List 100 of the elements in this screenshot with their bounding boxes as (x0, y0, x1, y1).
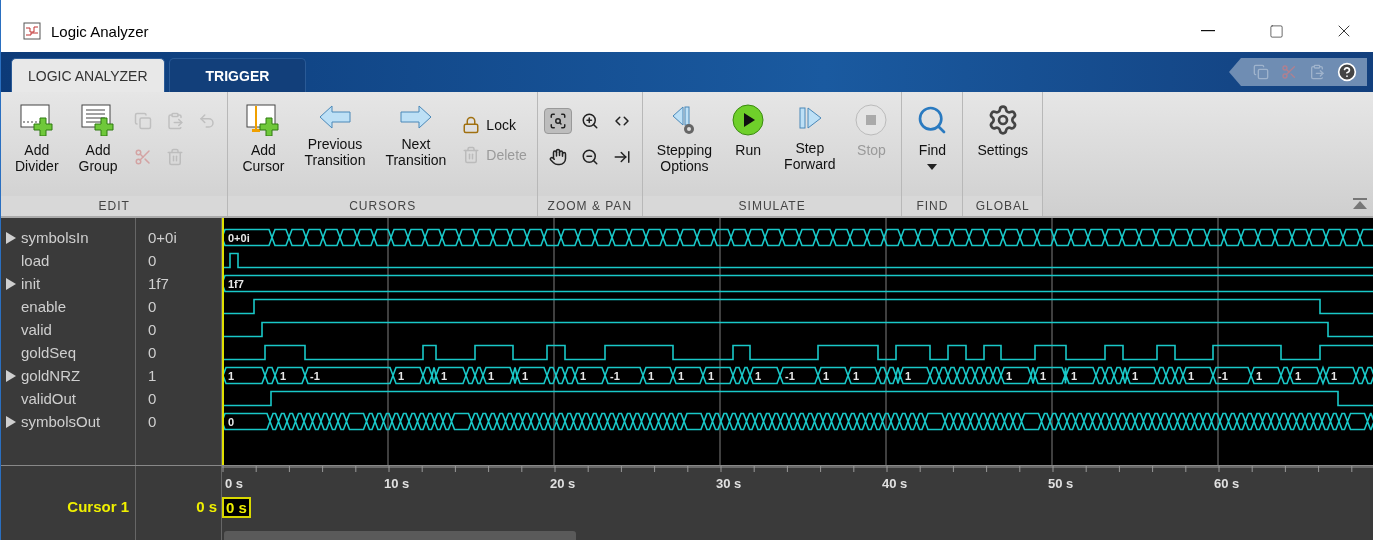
axis-tick-label: 0 s (225, 476, 244, 491)
toolbar-button[interactable]: Add Group (70, 102, 126, 176)
maximize-icon (1268, 23, 1284, 39)
bus-value: 1 (1256, 370, 1263, 382)
tab[interactable]: TRIGGER (168, 58, 307, 92)
group-label: GLOBAL (963, 196, 1043, 216)
signal-name[interactable]: validOut (21, 390, 77, 407)
caret-icon (927, 164, 938, 170)
minimize-icon (1201, 30, 1215, 32)
signal-value: 0 (148, 321, 157, 338)
bus-value: 1 (708, 370, 715, 382)
group-label: FIND (902, 196, 963, 216)
bus-value: 1 (280, 370, 287, 382)
toolbar-button[interactable]: Lock (458, 116, 531, 134)
icon-button[interactable] (543, 108, 572, 134)
zoom-out-icon (580, 148, 599, 166)
bus-value: -1 (310, 370, 320, 382)
zoom-in-icon (580, 112, 599, 130)
bus-value: 1 (398, 370, 405, 382)
signal-value: 1f7 (148, 275, 169, 292)
cursor-name: Cursor 1 (67, 498, 129, 515)
toolbar-button[interactable]: Next Transition (377, 102, 455, 170)
window-title: Logic Analyzer (51, 22, 150, 40)
bus-value: 1 (488, 370, 495, 382)
group-label: EDIT (1, 196, 228, 216)
group-label: SIMULATE (642, 196, 902, 216)
cursor-marker[interactable]: 0 s (222, 497, 251, 518)
bus-value: 1 (823, 370, 830, 382)
undo-icon (198, 112, 217, 130)
expand-arrow-icon[interactable] (6, 276, 18, 291)
toolbar-button[interactable]: Previous Transition (296, 102, 374, 170)
bus-value: 1 (1071, 370, 1078, 382)
paste-icon[interactable] (1309, 64, 1325, 80)
signal-name[interactable]: symbolsIn (21, 229, 89, 246)
signal-name[interactable]: goldSeq (21, 344, 77, 361)
scissors-icon (134, 148, 153, 166)
toolbar-button[interactable]: Settings (969, 102, 1037, 160)
bus-value: 1 (1188, 370, 1195, 382)
cursor-line[interactable] (222, 218, 224, 465)
right-arrow-icon (398, 104, 433, 130)
bus-value: 1 (1040, 370, 1047, 382)
cursor-value: 0 s (196, 498, 217, 517)
signal-name[interactable]: enable (21, 298, 67, 315)
signal-value: 0 (148, 344, 157, 361)
stop-icon (855, 104, 888, 136)
bus-value: -1 (610, 370, 620, 382)
bus-value: 1 (1331, 370, 1338, 382)
signal-name[interactable]: valid (21, 321, 52, 338)
play-icon (732, 104, 765, 136)
expand-arrow-icon[interactable] (6, 414, 18, 429)
hand-icon (548, 148, 567, 166)
bus-value: 1f7 (228, 278, 244, 290)
bus-value: -1 (785, 370, 795, 382)
signal-name[interactable]: symbolsOut (21, 413, 101, 430)
signal-value: 0 (148, 390, 157, 407)
help-icon[interactable] (1337, 62, 1357, 82)
zoom-icon (548, 112, 567, 130)
copy-icon (134, 112, 153, 130)
axis-tick-label: 30 s (716, 476, 742, 491)
trash-icon (462, 146, 481, 164)
signal-name[interactable]: load (21, 252, 50, 269)
signal-value: 0 (148, 252, 157, 269)
group-label: ZOOM & PAN (537, 196, 642, 216)
bus-value: 0 (228, 416, 235, 428)
lock-icon (462, 116, 481, 134)
bus-value: 1 (1132, 370, 1139, 382)
copy-icon[interactable] (1253, 64, 1269, 80)
expand-arrow-icon[interactable] (6, 230, 18, 245)
axis-tick-label: 50 s (1048, 476, 1074, 491)
cursor-plus-icon (246, 104, 281, 136)
bus-value: 1 (441, 370, 448, 382)
bus-value: 1 (648, 370, 655, 382)
bus-value: 1 (1295, 370, 1302, 382)
bus-value: 1 (853, 370, 860, 382)
bus-value: 1 (755, 370, 762, 382)
collapse-icon[interactable] (1353, 198, 1367, 210)
bus-value: 1 (1006, 370, 1013, 382)
scrollbar[interactable] (224, 531, 576, 540)
axis-tick-label: 20 s (550, 476, 576, 491)
bus-value: 1 (522, 370, 529, 382)
paste-icon (166, 112, 185, 130)
tab[interactable]: LOGIC ANALYZER (11, 58, 165, 92)
toolbar-button[interactable]: Stepping Options (648, 102, 721, 176)
toolbar-button[interactable]: Run (724, 102, 773, 160)
trash-icon (166, 148, 185, 166)
signal-name[interactable]: goldNRZ (21, 367, 81, 384)
axis-tick-label: 40 s (882, 476, 908, 491)
signal-name[interactable]: init (21, 275, 41, 292)
toolbar-button[interactable]: Find (908, 102, 957, 172)
document-plus-icon (81, 104, 115, 136)
scissors-icon[interactable] (1281, 64, 1297, 80)
signal-value: 0+0i (148, 229, 177, 246)
expand-arrow-icon[interactable] (6, 368, 18, 383)
toolbar-button[interactable]: Add Cursor (234, 102, 293, 176)
toolbar-button[interactable]: Add Divider (7, 102, 67, 176)
toolbar-button[interactable]: Step Forward (776, 102, 844, 174)
bus-value: 1 (678, 370, 685, 382)
signal-value: 0 (148, 298, 157, 315)
left-arrow-icon (317, 104, 352, 130)
arrow-to-line-icon (612, 148, 631, 166)
